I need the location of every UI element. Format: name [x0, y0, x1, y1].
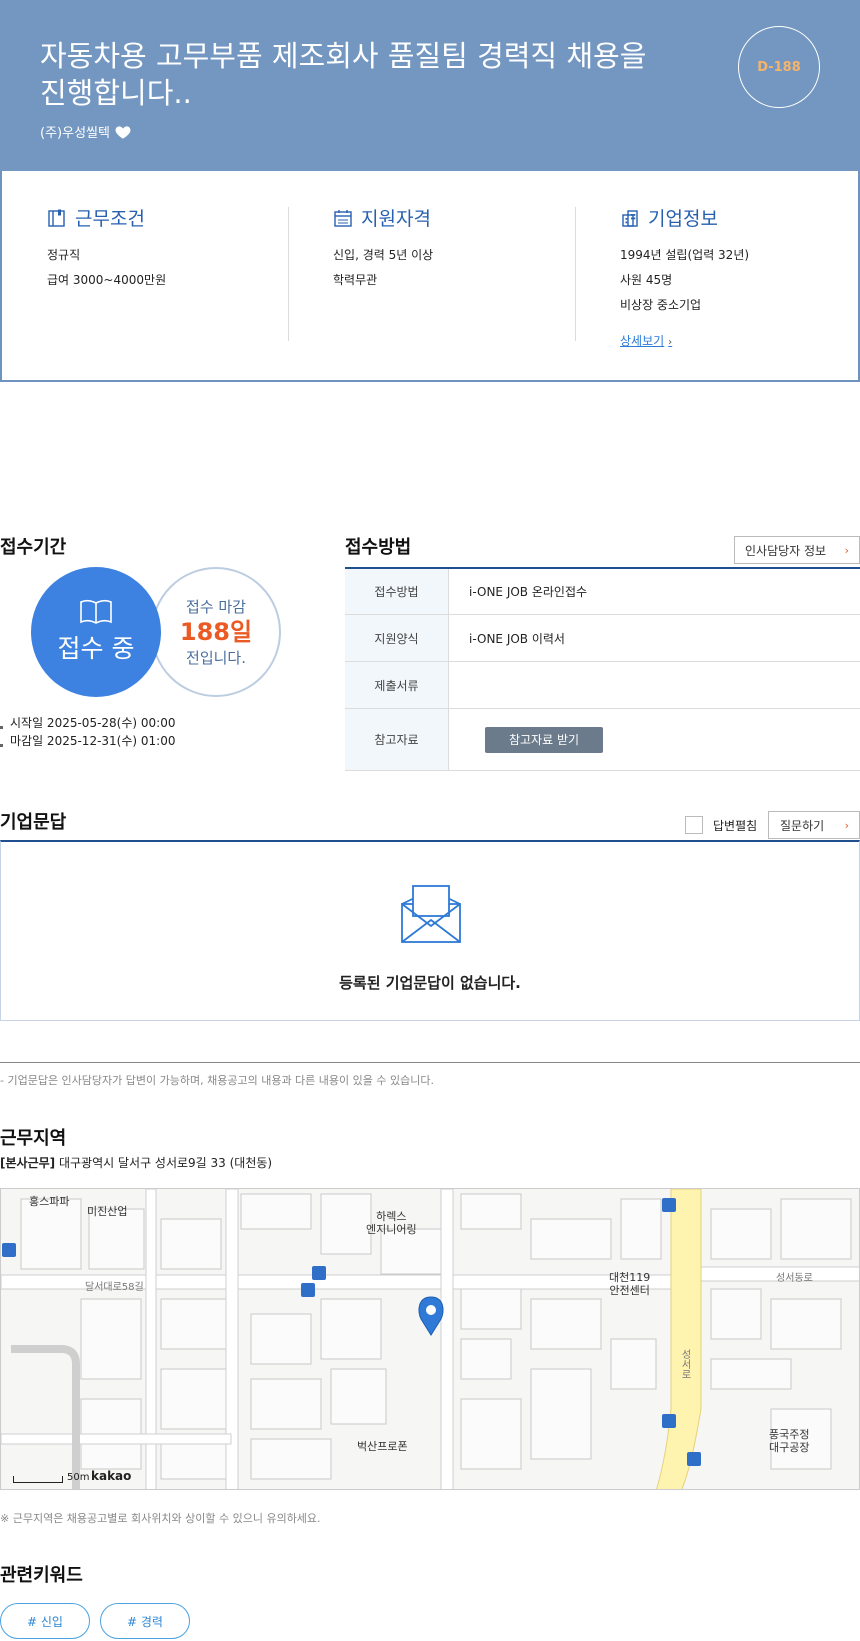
road-label: 달서대로58길: [85, 1282, 144, 1293]
road-label: 성서로: [679, 1349, 690, 1379]
end-date: 마감일 2025-12-31(수) 01:00: [0, 732, 175, 750]
map-scale: 50m: [13, 1472, 89, 1483]
reception-dates: 시작일 2025-05-28(수) 00:00 마감일 2025-12-31(수…: [0, 714, 175, 750]
job-summary-box: 근무조건 정규직 급여 3000~4000만원 지원자격 신입, 경력 5년 이…: [0, 171, 860, 382]
envelope-icon: [401, 885, 461, 943]
education: 학력무관: [333, 273, 378, 287]
work-conditions: 근무조건 정규직 급여 3000~4000만원: [47, 204, 166, 293]
table-row: 제출서류: [345, 662, 860, 709]
location-note: ※ 근무지역은 채용공고별로 회사위치와 상이할 수 있으니 유의하세요.: [0, 1512, 321, 1525]
map-place: 미진산업: [87, 1205, 128, 1218]
expand-answers-toggle[interactable]: 답변펼침: [685, 816, 757, 834]
table-row: 접수방법 i-ONE JOB 온라인접수: [345, 569, 860, 615]
work-location-title: 근무지역: [0, 1128, 67, 1149]
job-header-banner: 자동차용 고무부품 제조회사 품질팀 경력직 채용을 진행합니다.. (주)우성…: [0, 0, 860, 171]
company-info: 기업정보 1994년 설립(업력 32년) 사원 45명 비상장 중소기업 상세…: [620, 204, 749, 349]
company-info-title: 기업정보: [620, 204, 749, 231]
download-reference-button[interactable]: 참고자료 받기: [485, 726, 603, 753]
deadline-circle: 접수 마감 188일 전입니다.: [151, 567, 281, 697]
map-brand-logo: kakao: [91, 1469, 132, 1483]
founded: 1994년 설립(업력 32년): [620, 248, 750, 262]
company-qa-title: 기업문답: [0, 812, 67, 833]
qa-empty-message: 등록된 기업문답이 없습니다.: [339, 974, 521, 992]
open-book-icon: [80, 599, 112, 624]
qualifications-title: 지원자격: [333, 204, 433, 231]
days-left: 188일: [179, 618, 253, 646]
map-place: 벅산프로폰: [357, 1440, 408, 1453]
company-name[interactable]: (주)우성씰텍: [40, 122, 110, 141]
hr-contact-button[interactable]: 인사담당자 정보 ›: [734, 536, 860, 564]
keyword-tag[interactable]: # 신입: [0, 1603, 90, 1639]
experience: 신입, 경력 5년 이상: [333, 248, 434, 262]
book-icon: [48, 209, 65, 227]
location-map[interactable]: 홍스파파 미진산업 하렉스 엔지니어링 대천119 안전센터 벅산프로폰 풍국주…: [0, 1188, 860, 1490]
qa-note: - 기업문답은 인사담당자가 답변이 가능하며, 채용공고의 내용과 다른 내용…: [0, 1074, 434, 1087]
employees: 사원 45명: [620, 273, 673, 287]
calendar-icon: [334, 209, 352, 227]
expand-answers-label: 답변펼침: [713, 818, 758, 833]
road-label: 성서동로: [776, 1273, 813, 1284]
job-title: 자동차용 고무부품 제조회사 품질팀 경력직 채용을 진행합니다..: [40, 39, 647, 110]
ask-question-button[interactable]: 질문하기 ›: [768, 811, 860, 839]
employment-type: 정규직: [47, 248, 81, 262]
heart-icon[interactable]: [114, 123, 132, 141]
map-place: 대천119 안전센터: [609, 1271, 651, 1297]
reception-period-title: 접수기간: [0, 537, 67, 558]
column-divider: [288, 207, 289, 341]
table-row: 지원양식 i-ONE JOB 이력서: [345, 615, 860, 662]
map-place: 하렉스 엔지니어링: [366, 1210, 417, 1236]
company-type: 비상장 중소기업: [620, 298, 702, 312]
chevron-right-icon: ›: [844, 543, 849, 557]
start-date: 시작일 2025-05-28(수) 00:00: [0, 714, 175, 732]
building-icon: [622, 209, 638, 227]
company-detail-link[interactable]: 상세보기 ›: [620, 332, 672, 349]
reception-method-title: 접수방법: [345, 537, 412, 558]
chevron-right-icon: ›: [844, 818, 849, 832]
address-text: 대구광역시 달서구 성서로9길 33 (대천동): [58, 1156, 273, 1170]
table-row: 참고자료 참고자료 받기: [345, 709, 860, 771]
qualifications: 지원자격 신입, 경력 5년 이상 학력무관: [333, 204, 433, 293]
deadline-suffix: 전입니다.: [186, 649, 246, 667]
reception-status: 접수 중: [57, 634, 135, 663]
divider: [0, 1062, 860, 1063]
salary: 급여 3000~4000만원: [47, 273, 167, 287]
map-place: 풍국주정 대구공장: [769, 1428, 810, 1454]
company-name-row: (주)우성씰텍: [40, 122, 132, 141]
keyword-tag[interactable]: # 경력: [100, 1603, 190, 1639]
work-address: [본사근무] 대구광역시 달서구 성서로9길 33 (대천동): [0, 1154, 272, 1171]
column-divider: [575, 207, 576, 341]
office-tag: [본사근무]: [0, 1156, 56, 1170]
map-canvas: [1, 1189, 859, 1489]
expand-answers-checkbox[interactable]: [685, 816, 703, 834]
company-qa-box: 등록된 기업문답이 없습니다.: [0, 840, 860, 1021]
reception-method-table: 접수방법 i-ONE JOB 온라인접수 지원양식 i-ONE JOB 이력서 …: [345, 567, 860, 771]
work-conditions-title: 근무조건: [47, 204, 166, 231]
deadline-prefix: 접수 마감: [186, 598, 246, 616]
keywords-title: 관련키워드: [0, 1565, 83, 1586]
dday-badge: D-188: [738, 26, 820, 108]
chevron-right-icon: ›: [668, 337, 673, 348]
reception-status-circle: 접수 중: [31, 567, 161, 697]
map-place: 홍스파파: [29, 1195, 70, 1208]
